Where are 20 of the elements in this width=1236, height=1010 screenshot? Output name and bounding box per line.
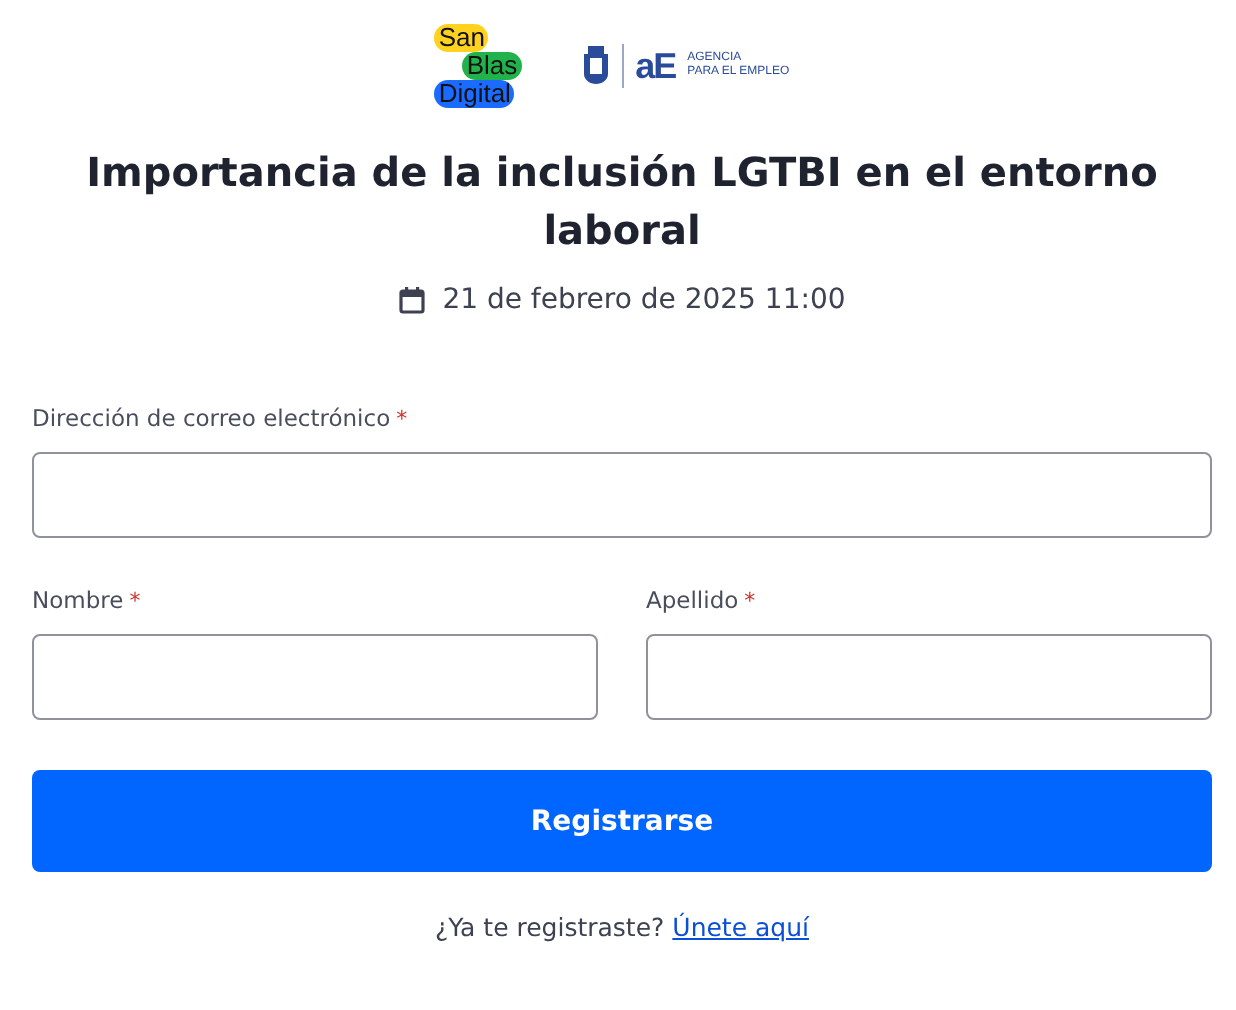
required-mark: * [396,406,408,432]
field-label: Apellido * [646,586,758,614]
logo-word: Blas [462,52,522,80]
input-field[interactable] [32,452,1212,538]
required-mark: * [129,588,141,614]
logo-word: Digital [434,80,515,108]
crest-icon [581,46,610,86]
field-label: Dirección de correo electrónico * [32,404,410,432]
input-field[interactable] [32,634,598,720]
join-link[interactable]: Únete aquí [672,912,809,942]
field-label: Nombre * [32,586,143,614]
event-title: Importancia de la inclusión LGTBI en el entorno laboral [84,146,1160,258]
event-date: 21 de febrero de 2025 11:00 [442,284,846,316]
footer-text: ¿Ya te registraste? [435,912,665,942]
calendar-icon [398,286,427,314]
register-button[interactable]: Registrarse [32,770,1212,872]
required-mark: * [744,588,756,614]
agency-logo-mark: aE [635,45,676,87]
logo-word: San [434,24,489,52]
input-field[interactable] [646,634,1212,720]
